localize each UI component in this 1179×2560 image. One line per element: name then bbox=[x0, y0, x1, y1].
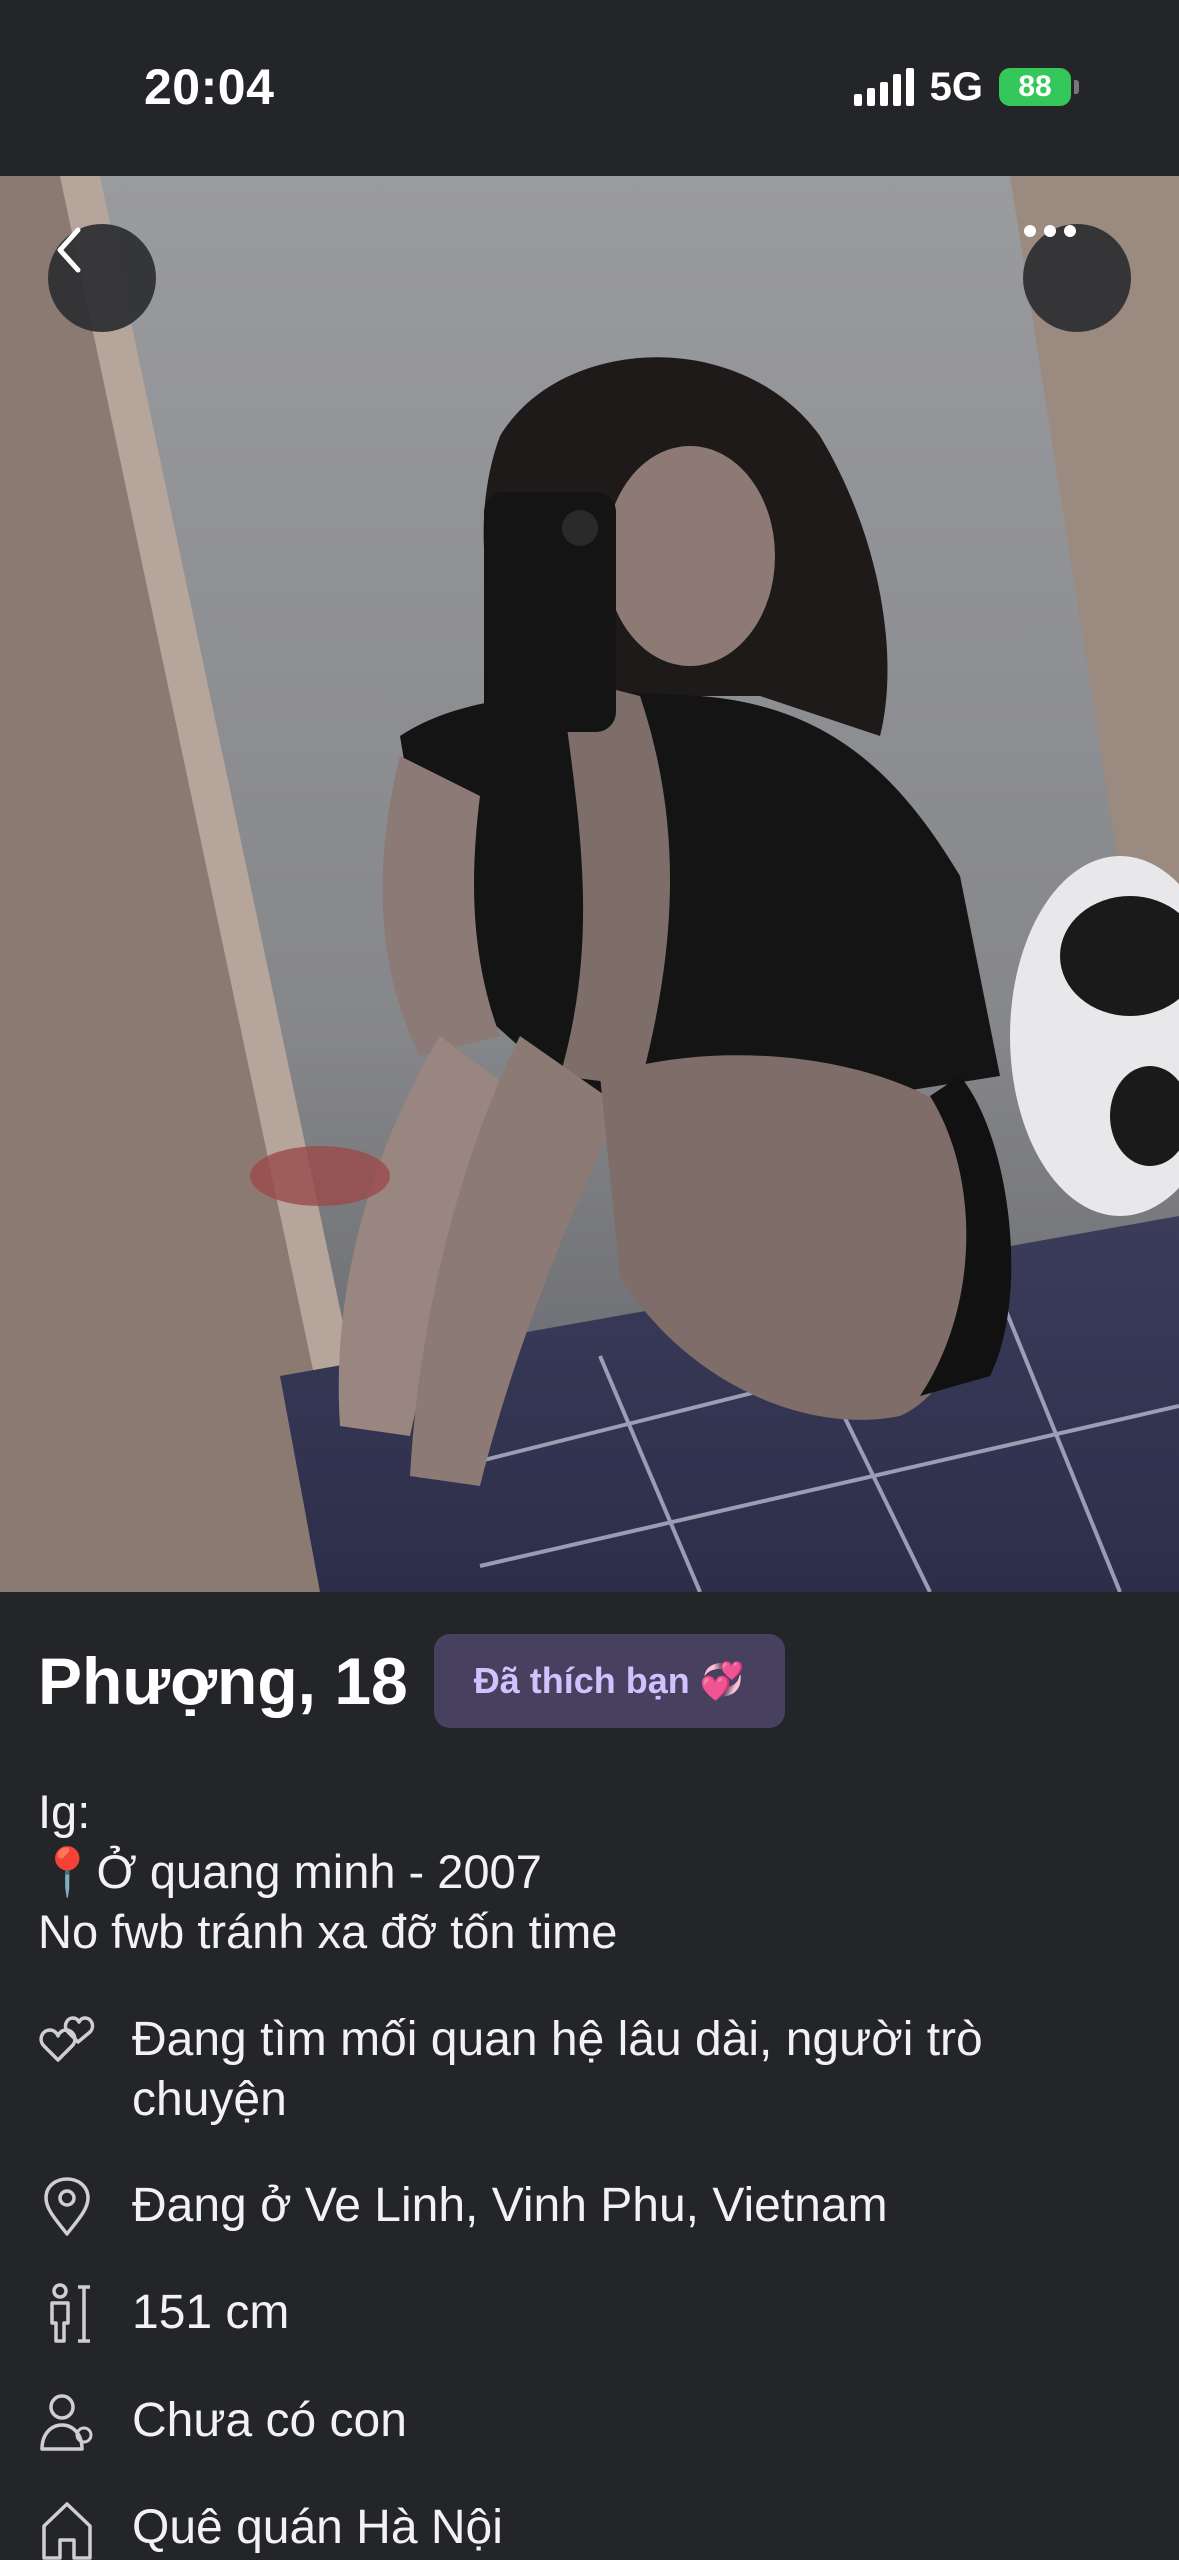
detail-text: Đang tìm mối quan hệ lâu dài, người trò … bbox=[132, 2013, 983, 2126]
more-options-button[interactable] bbox=[1023, 224, 1131, 332]
photo-illustration bbox=[0, 176, 1179, 1592]
height-icon bbox=[50, 2283, 90, 2343]
battery-level: 88 bbox=[999, 68, 1071, 106]
detail-children: Chưa có con bbox=[38, 2391, 1138, 2453]
detail-looking-for: Đang tìm mối quan hệ lâu dài, người trò … bbox=[38, 2010, 1138, 2130]
location-pin-icon bbox=[44, 2177, 90, 2236]
home-icon bbox=[42, 2502, 92, 2560]
detail-height: 151 cm bbox=[38, 2283, 1138, 2345]
detail-text: Đang ở Ve Linh, Vinh Phu, Vietnam bbox=[132, 2179, 888, 2232]
bio-line: No fwb tránh xa đỡ tốn time bbox=[38, 1905, 618, 1958]
hearts-icon bbox=[39, 2016, 95, 2062]
more-icon bbox=[1024, 225, 1076, 237]
signal-icon bbox=[853, 68, 914, 106]
bio-line: Ig: bbox=[38, 1785, 91, 1838]
name-row: Phượng, 18 Đã thích bạn 💞 bbox=[38, 1634, 785, 1728]
profile-name-age: Phượng, 18 bbox=[38, 1644, 408, 1718]
network-type: 5G bbox=[929, 64, 983, 109]
person-icon bbox=[40, 2394, 93, 2451]
detail-text: Chưa có con bbox=[132, 2394, 407, 2447]
detail-hometown: Quê quán Hà Nội bbox=[38, 2498, 1138, 2560]
status-indicators: 5G 88 bbox=[853, 64, 1079, 110]
profile-bio: Ig: 📍Ở quang minh - 2007 No fwb tránh xa… bbox=[38, 1782, 1138, 1962]
chevron-left-icon bbox=[57, 227, 81, 273]
detail-text: Quê quán Hà Nội bbox=[132, 2501, 503, 2554]
back-button[interactable] bbox=[48, 224, 156, 332]
status-time: 20:04 bbox=[144, 59, 275, 115]
detail-location: Đang ở Ve Linh, Vinh Phu, Vietnam bbox=[38, 2176, 1138, 2238]
status-bar: 20:04 5G 88 bbox=[0, 0, 1179, 176]
liked-you-badge: Đã thích bạn 💞 bbox=[433, 1634, 785, 1728]
detail-text: 151 cm bbox=[132, 2286, 290, 2339]
profile-photo[interactable] bbox=[0, 176, 1179, 1592]
bio-line: 📍Ở quang minh - 2007 bbox=[38, 1845, 542, 1898]
battery-icon: 88 bbox=[999, 68, 1079, 106]
